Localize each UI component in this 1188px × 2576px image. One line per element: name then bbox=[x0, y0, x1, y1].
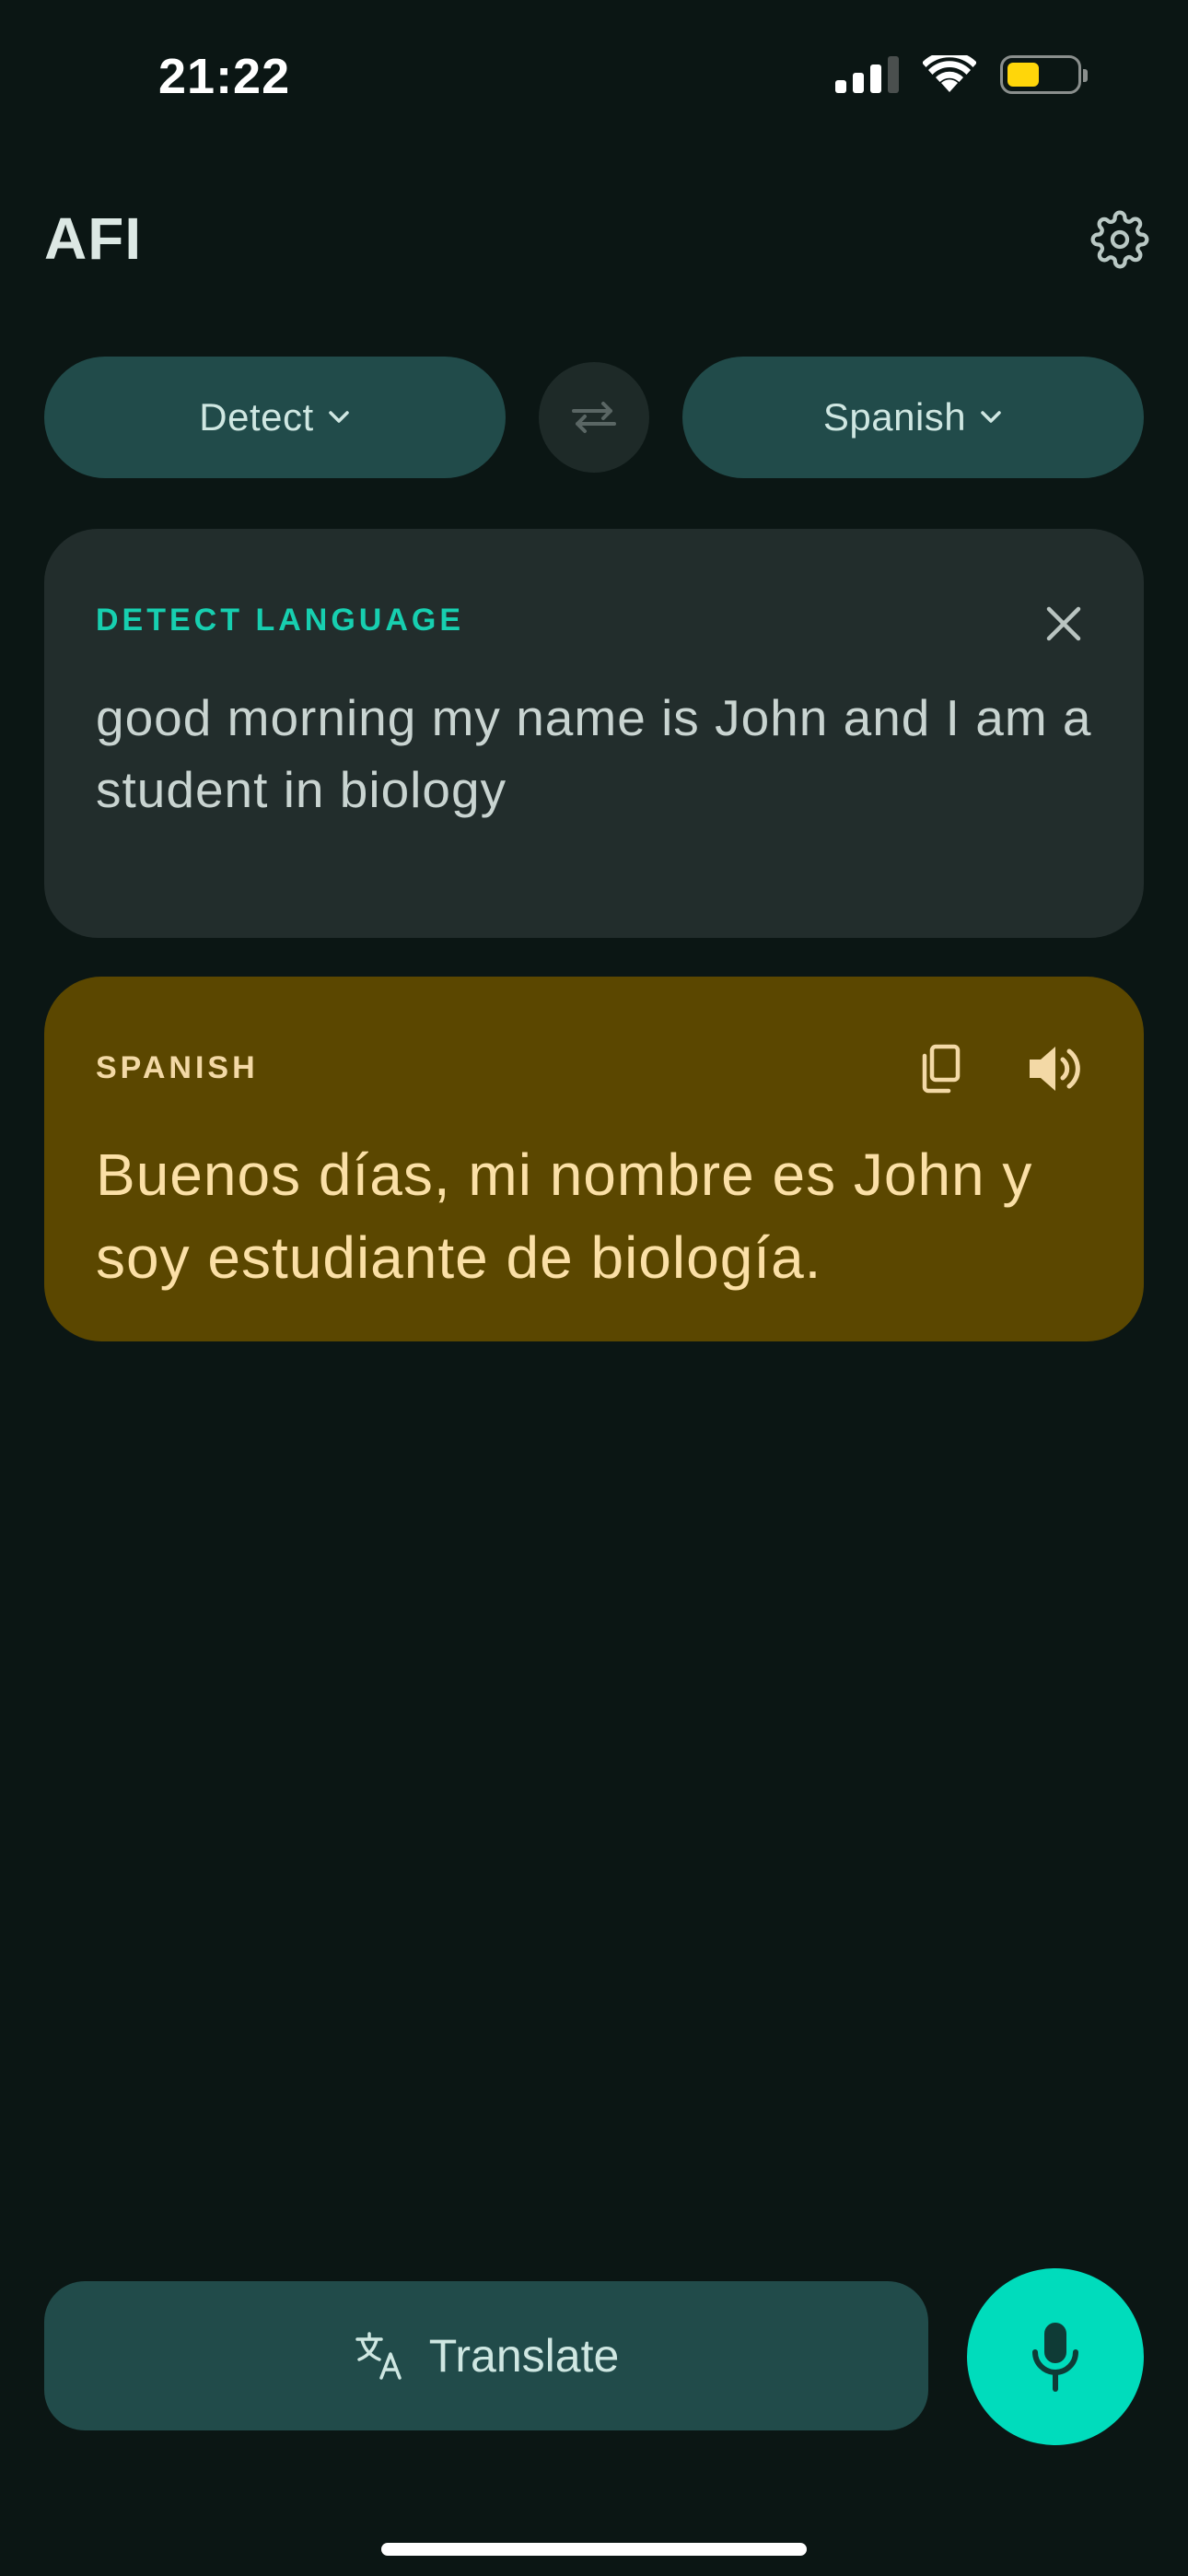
translation-result-card: SPANISH Buenos días, mi nombre es John y… bbox=[44, 977, 1144, 1341]
source-language-label: Detect bbox=[199, 395, 314, 439]
target-language-heading: SPANISH bbox=[96, 1050, 259, 1085]
chevron-down-icon bbox=[328, 411, 349, 423]
translate-button[interactable]: Translate bbox=[44, 2281, 928, 2430]
battery-level bbox=[1007, 63, 1039, 87]
source-language-dropdown[interactable]: Detect bbox=[44, 357, 506, 478]
speaker-icon bbox=[1030, 1047, 1080, 1091]
translate-button-label: Translate bbox=[428, 2330, 620, 2382]
app-title: AFI bbox=[44, 205, 143, 272]
status-time: 21:22 bbox=[158, 49, 291, 104]
settings-button[interactable] bbox=[1090, 210, 1149, 269]
swap-languages-button[interactable] bbox=[539, 362, 649, 473]
translate-icon bbox=[355, 2332, 402, 2380]
source-text-input[interactable]: good morning my name is John and I am a … bbox=[96, 682, 1100, 825]
swap-arrows-icon bbox=[572, 402, 616, 433]
speak-button[interactable] bbox=[1026, 1041, 1085, 1096]
language-selector: Detect Spanish bbox=[44, 357, 1144, 478]
source-text-card: DETECT LANGUAGE good morning my name is … bbox=[44, 529, 1144, 938]
target-language-dropdown[interactable]: Spanish bbox=[682, 357, 1144, 478]
cellular-signal-icon bbox=[835, 56, 899, 93]
microphone-icon bbox=[1032, 2323, 1078, 2392]
copy-button[interactable] bbox=[914, 1041, 969, 1096]
target-language-label: Spanish bbox=[822, 395, 967, 439]
translated-text: Buenos días, mi nombre es John y soy est… bbox=[96, 1142, 1033, 1291]
microphone-button[interactable] bbox=[967, 2268, 1144, 2445]
copy-icon bbox=[922, 1044, 961, 1094]
translator-screen: 21:22 AFI Detect Spanish DETECT LANGUAGE… bbox=[0, 0, 1188, 2576]
status-icons bbox=[835, 55, 1088, 94]
battery-icon bbox=[1000, 55, 1088, 94]
close-icon bbox=[1046, 606, 1081, 641]
wifi-icon bbox=[923, 55, 976, 92]
gear-icon bbox=[1090, 210, 1149, 269]
clear-text-button[interactable] bbox=[1041, 601, 1087, 647]
chevron-down-icon bbox=[981, 411, 1001, 423]
home-indicator[interactable] bbox=[381, 2543, 807, 2556]
source-language-heading: DETECT LANGUAGE bbox=[96, 603, 464, 638]
